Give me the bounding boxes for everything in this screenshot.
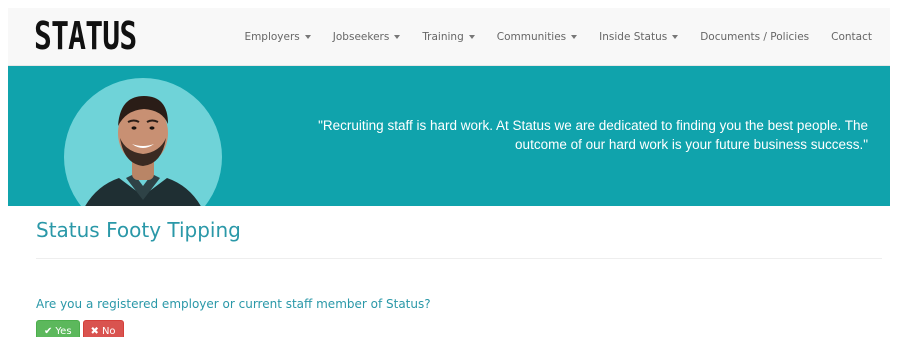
person-illustration bbox=[85, 96, 201, 206]
registration-question: Are you a registered employer or current… bbox=[36, 297, 431, 311]
nav-menu: Employers Jobseekers Training Communitie… bbox=[244, 8, 872, 66]
nav-item-jobseekers[interactable]: Jobseekers bbox=[333, 31, 401, 43]
yes-button-label: Yes bbox=[55, 325, 72, 337]
nav-item-employers[interactable]: Employers bbox=[244, 31, 311, 43]
caret-down-icon bbox=[394, 35, 401, 39]
nav-item-label: Jobseekers bbox=[332, 31, 390, 43]
page-title: Status Footy Tipping bbox=[36, 218, 241, 242]
nav-item-communities[interactable]: Communities bbox=[496, 31, 578, 43]
nav-item-contact[interactable]: Contact bbox=[831, 31, 872, 43]
nav-item-label: Communities bbox=[496, 31, 567, 43]
hero-banner: "Recruiting staff is hard work. At Statu… bbox=[8, 66, 890, 206]
portrait-image bbox=[64, 78, 222, 206]
nav-item-label: Employers bbox=[244, 31, 300, 43]
navbar: STATUS Employers Jobseekers Training Com… bbox=[8, 8, 890, 66]
caret-down-icon bbox=[672, 35, 679, 39]
caret-down-icon bbox=[571, 35, 578, 39]
nav-item-training[interactable]: Training bbox=[422, 31, 475, 43]
divider bbox=[36, 258, 882, 259]
caret-down-icon bbox=[304, 35, 311, 39]
banner-quote: "Recruiting staff is hard work. At Statu… bbox=[318, 118, 868, 152]
page: STATUS Employers Jobseekers Training Com… bbox=[0, 0, 906, 337]
answer-buttons: ✔ Yes ✖ No bbox=[36, 320, 124, 337]
status-logo[interactable]: STATUS bbox=[34, 16, 137, 56]
x-icon: ✖ bbox=[90, 325, 99, 337]
check-icon: ✔ bbox=[44, 325, 53, 337]
caret-down-icon bbox=[468, 35, 475, 39]
nav-item-label: Contact bbox=[831, 31, 872, 43]
nav-item-label: Documents / Policies bbox=[700, 31, 810, 43]
no-button-label: No bbox=[101, 325, 116, 337]
nav-item-documents-policies[interactable]: Documents / Policies bbox=[700, 31, 809, 43]
nav-item-label: Training bbox=[422, 31, 464, 43]
yes-button[interactable]: ✔ Yes bbox=[36, 320, 80, 337]
nav-item-label: Inside Status bbox=[599, 31, 668, 43]
no-button[interactable]: ✖ No bbox=[82, 320, 124, 337]
nav-item-inside-status[interactable]: Inside Status bbox=[599, 31, 679, 43]
